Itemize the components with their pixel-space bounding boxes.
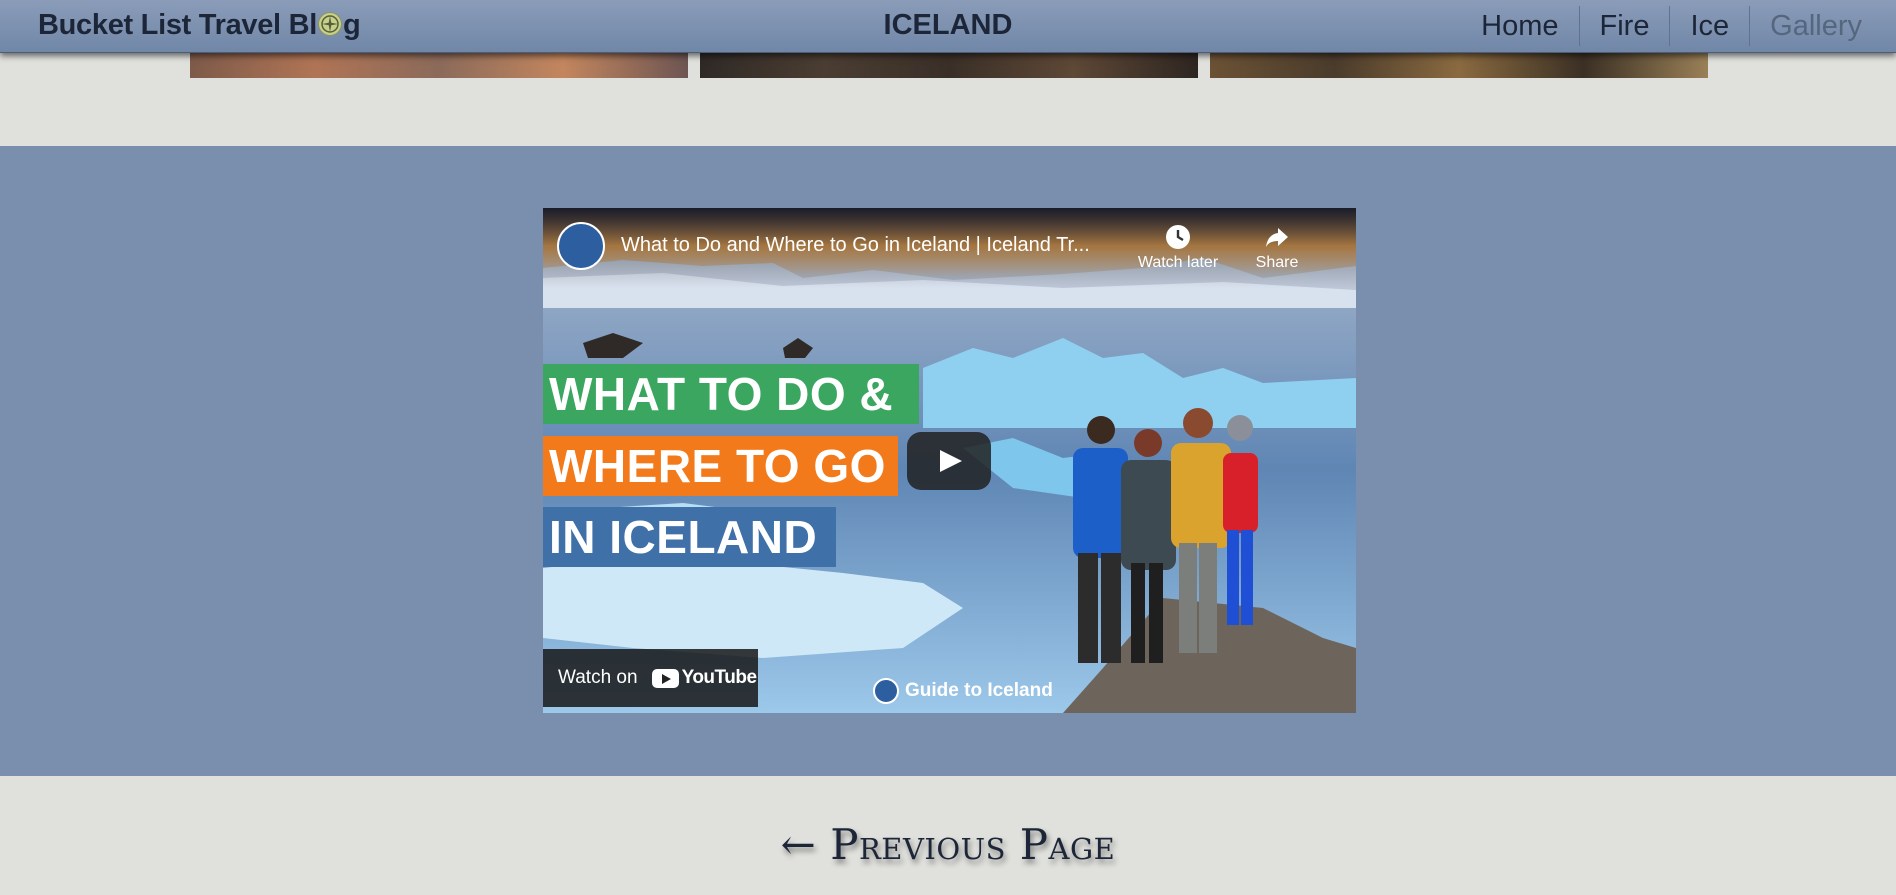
watch-later-label: Watch later <box>1137 254 1219 271</box>
youtube-wordmark: YouTube <box>681 667 757 688</box>
watch-on-label: Watch on <box>558 667 638 688</box>
play-button[interactable] <box>907 432 991 490</box>
previous-page-link[interactable]: ← Previous Page <box>0 820 1896 869</box>
thumbnail-banner-line: WHAT TO DO & <box>543 364 919 424</box>
compass-icon <box>317 12 342 36</box>
share-button[interactable]: Share <box>1232 224 1322 272</box>
main-nav: Home Fire Ice Gallery <box>1461 0 1882 52</box>
thumbnail-banner-line: WHERE TO GO <box>543 436 898 496</box>
video-title[interactable]: What to Do and Where to Go in Iceland | … <box>621 234 1141 257</box>
brand-text: Bucket List Travel Bl <box>38 9 317 41</box>
youtube-embed[interactable]: What to Do and Where to Go in Iceland | … <box>543 208 1356 713</box>
top-navbar: Bucket List Travel Bl g ICELAND Home Fire… <box>0 0 1896 53</box>
nav-fire[interactable]: Fire <box>1578 6 1670 46</box>
nav-ice[interactable]: Ice <box>1669 6 1749 46</box>
share-icon <box>1266 228 1288 247</box>
iceland-logo-icon <box>873 678 899 704</box>
nav-home[interactable]: Home <box>1461 6 1578 46</box>
share-label: Share <box>1255 254 1299 271</box>
channel-watermark-label: Guide to Iceland <box>905 680 1053 701</box>
youtube-play-icon <box>651 668 679 688</box>
thumbnail-banner-line: IN ICELAND <box>543 507 836 567</box>
youtube-logo: YouTube <box>651 667 757 689</box>
channel-avatar[interactable] <box>557 222 605 270</box>
watch-on-youtube-button[interactable]: Watch on YouTube <box>543 649 758 707</box>
nav-gallery[interactable]: Gallery <box>1749 6 1882 46</box>
watch-later-button[interactable]: Watch later <box>1133 224 1223 272</box>
clock-icon <box>1166 225 1190 249</box>
brand-text-suffix: g <box>342 9 361 41</box>
channel-watermark: Guide to Iceland <box>873 678 1053 704</box>
site-brand[interactable]: Bucket List Travel Bl g <box>38 9 361 42</box>
